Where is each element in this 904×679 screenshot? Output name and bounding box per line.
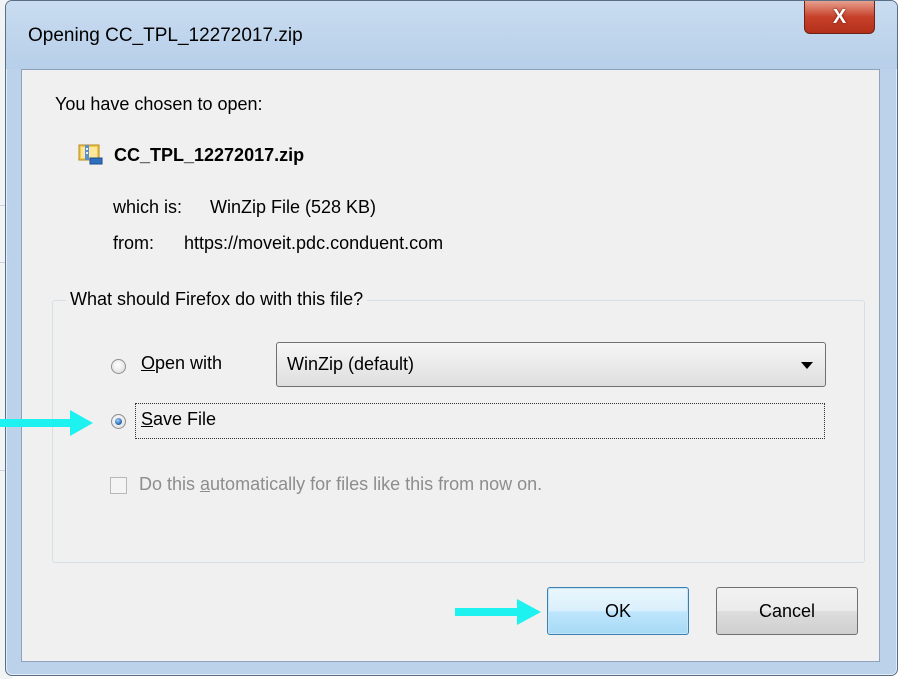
save-file-radio[interactable] [111,414,126,429]
open-with-label[interactable]: Open with [141,353,222,374]
auto-action-label: Do this automatically for files like thi… [139,474,543,494]
auto-action-checkbox[interactable] [110,477,127,494]
radio-selected-dot [115,418,122,425]
file-source-value: https://moveit.pdc.conduent.com [184,233,444,253]
ok-button[interactable]: OK [547,587,689,635]
application-select-value: WinZip (default) [287,354,415,374]
download-dialog: Opening CC_TPL_12272017.zip X You have c… [5,0,898,676]
annotation-arrow-ok [455,599,541,625]
file-name: CC_TPL_12272017.zip [114,145,305,165]
application-select[interactable]: WinZip (default) [276,342,826,387]
cancel-button[interactable]: Cancel [716,587,858,635]
zip-file-icon [78,144,103,165]
title-bar[interactable]: Opening CC_TPL_12272017.zip X [6,1,897,69]
focus-rectangle [135,403,825,439]
save-file-label[interactable]: Save File [141,409,216,430]
file-type-value: WinZip File (528 KB) [210,197,377,217]
file-type-label: which is: [113,197,183,217]
action-group-label: What should Firefox do with this file? [66,289,368,310]
close-button[interactable]: X [804,1,875,34]
close-icon: X [832,5,847,28]
annotation-arrow-save-file [0,410,93,436]
open-with-radio[interactable] [111,359,126,374]
dialog-body: You have chosen to open: CC_TPL_12272017… [21,69,880,662]
window-title: Opening CC_TPL_12272017.zip [28,25,303,46]
file-source-label: from: [113,233,155,253]
chevron-down-icon[interactable] [801,362,813,369]
intro-text: You have chosen to open: [55,94,263,114]
